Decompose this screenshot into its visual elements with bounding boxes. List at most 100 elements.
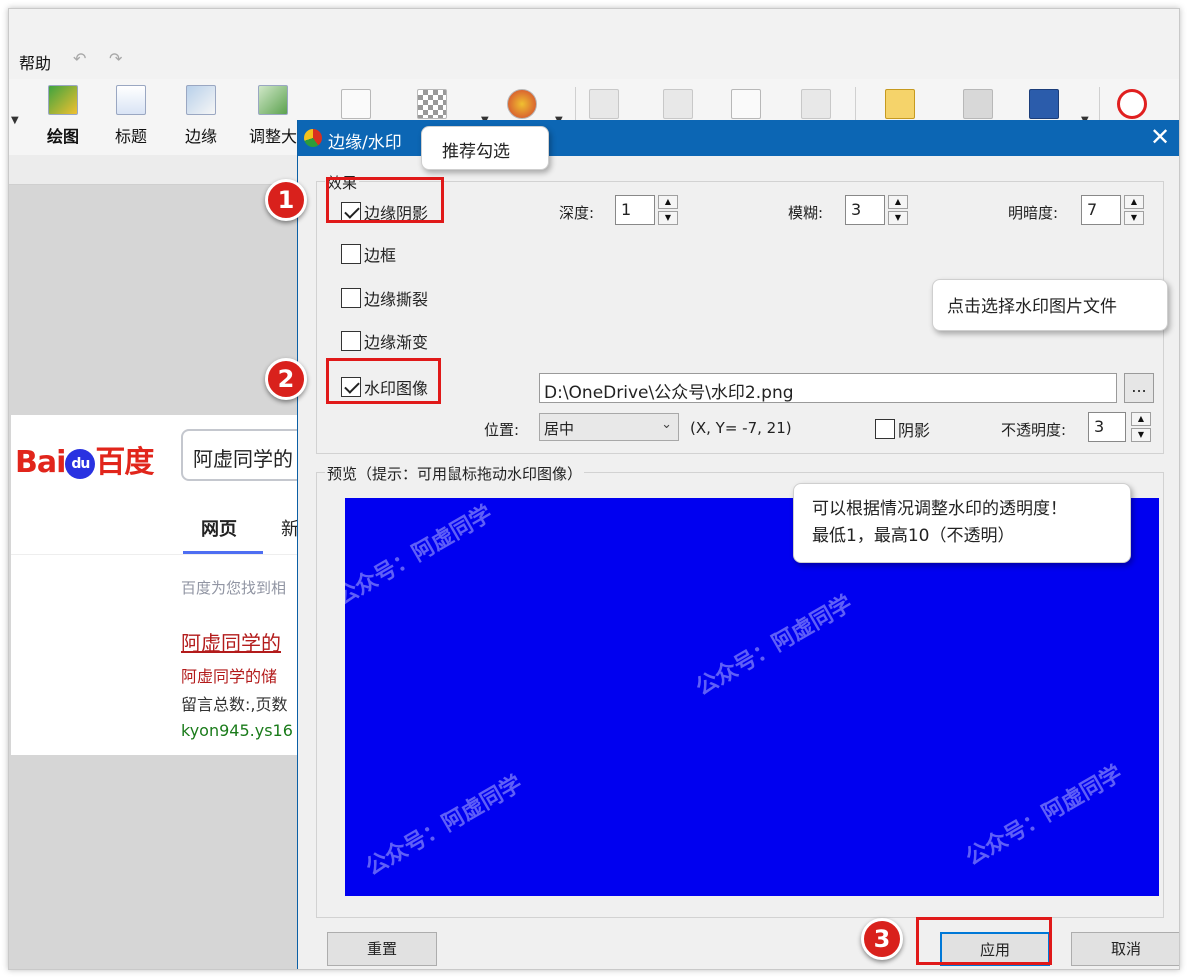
scissors-icon [663,89,693,119]
step-marker-2: 2 [265,358,307,400]
title-label: 标题 [114,127,147,146]
baidu-result-url: kyon945.ys16 [181,721,293,740]
highlight-apply [916,917,1052,965]
divider [11,554,297,555]
baidu-logo-text: Bai [15,445,66,480]
printer-icon [963,89,993,119]
checkbox-box[interactable] [341,244,361,264]
watermark-path-input[interactable]: D:\OneDrive\公众号\水印2.png [539,373,1117,403]
crop-button[interactable] [589,89,623,123]
shadow-checkbox[interactable]: 阴影 [875,417,930,441]
browse-button[interactable]: ... [1124,373,1154,403]
baidu-logo: Bai du 百度 [15,437,154,481]
fade-edge-checkbox[interactable]: 边缘渐变 [341,329,428,353]
spin-down-icon[interactable]: ▼ [888,211,908,225]
title-button[interactable]: 标题 [99,85,163,149]
spin-down-icon[interactable]: ▼ [1124,211,1144,225]
mosaic-icon [417,89,447,119]
word-icon [1029,89,1059,119]
fade-edge-label: 边缘渐变 [364,333,429,352]
watermark-text: 公众号：阿虚同学 [345,501,497,611]
spinner-arrows[interactable]: ▲ ▼ [658,195,678,225]
palette-icon [507,89,537,119]
redo-icon[interactable]: ↷ [109,49,122,68]
window-frame: 帮助 ↶ ↷ ▼ 绘图 标题 边缘 调整大 ▼ ▼ [8,8,1180,970]
resize-label: 调整大 [248,127,297,146]
baidu-tab-news: 新 [281,515,297,541]
reset-button[interactable]: 重置 [327,932,437,966]
copy-icon [731,89,761,119]
cut-button[interactable] [663,89,697,123]
baidu-logo-cn: 百度 [95,445,154,480]
paste-icon [801,89,831,119]
baidu-result-desc: 留言总数:,页数 [181,695,288,714]
paste-button[interactable] [801,89,835,123]
spin-up-icon[interactable]: ▲ [1124,195,1144,209]
position-label: 位置: [484,421,520,439]
baidu-hint: 百度为您找到相 [181,579,287,597]
spin-down-icon[interactable]: ▼ [1131,428,1151,442]
spin-down-icon[interactable]: ▼ [658,211,678,225]
step-marker-3: 3 [861,918,903,960]
menu-help[interactable]: 帮助 [19,50,51,74]
chevron-down-icon[interactable]: ▼ [11,115,19,126]
resize-icon [258,85,288,115]
close-icon[interactable]: ✕ [1146,124,1174,152]
callout-recommend-text: 推荐勾选 [442,142,510,162]
position-select[interactable]: 居中 ⌄ [539,413,679,441]
position-coords: (X, Y= -7, 21) [690,419,792,437]
baidu-result-sub: 阿虚同学的储 [181,667,278,686]
border-checkbox[interactable]: 边框 [341,242,396,266]
copy-button[interactable] [731,89,765,123]
undo-icon[interactable]: ↶ [73,49,86,68]
spinner-arrows[interactable]: ▲ ▼ [1131,412,1151,442]
capture-region-button[interactable] [341,89,375,123]
highlight-edge-shadow [326,177,444,223]
resize-button[interactable]: 调整大 [241,85,305,149]
spin-up-icon[interactable]: ▲ [658,195,678,209]
spin-up-icon[interactable]: ▲ [1131,412,1151,426]
shadow-label: 阴影 [898,421,931,440]
callout-recommend: 推荐勾选 [421,126,549,170]
spinner-arrows[interactable]: ▲ ▼ [1124,195,1144,225]
callout-opacity: 可以根据情况调整水印的透明度！ 最低1，最高10（不透明） [793,483,1131,563]
blur-label: 模糊: [788,204,824,222]
paint-button[interactable] [507,89,541,123]
baidu-tab-web: 网页 [201,519,237,540]
spin-up-icon[interactable]: ▲ [888,195,908,209]
checkbox-box[interactable] [341,288,361,308]
brightness-label: 明暗度: [1008,204,1059,222]
opacity-value[interactable]: 3 [1088,412,1126,442]
edge-icon [186,85,216,115]
checkbox-box[interactable] [875,419,895,439]
baidu-search-box: 阿虚同学的 [181,429,297,481]
edge-button[interactable]: 边缘 [169,85,233,149]
envelope-icon [885,89,915,119]
chevron-down-icon[interactable]: ⌄ [661,417,672,432]
word-button[interactable] [1029,89,1063,123]
checkbox-box[interactable] [341,331,361,351]
draw-label: 绘图 [46,127,79,146]
email-button[interactable] [885,89,919,123]
callout-file-text: 点击选择水印图片文件 [947,297,1117,317]
canvas-area: Baidu百度 阿虚同学的 网页 新 百度为您找到相 阿虚同学的 阿虚同学的储 … [9,155,297,969]
border-label: 边框 [364,246,397,265]
cancel-button[interactable]: 取消 [1071,932,1179,966]
draw-palette-icon [48,85,78,115]
torn-edge-label: 边缘撕裂 [364,290,429,309]
exit-button[interactable] [1117,89,1151,123]
print-button[interactable] [963,89,997,123]
spinner-arrows[interactable]: ▲ ▼ [888,195,908,225]
callout-opacity-line1: 可以根据情况调整水印的透明度！ [812,499,1067,519]
watermark-text: 公众号：阿虚同学 [361,771,527,881]
blur-value[interactable]: 3 [845,195,885,225]
draw-button[interactable]: 绘图 [31,85,95,149]
ruler [9,155,297,185]
position-value: 居中 [544,420,575,438]
mosaic-button[interactable] [417,89,451,123]
brightness-value[interactable]: 7 [1081,195,1121,225]
callout-opacity-line2: 最低1，最高10（不透明） [812,526,1015,546]
capture-region-icon [341,89,371,119]
depth-value[interactable]: 1 [615,195,655,225]
torn-edge-checkbox[interactable]: 边缘撕裂 [341,286,428,310]
